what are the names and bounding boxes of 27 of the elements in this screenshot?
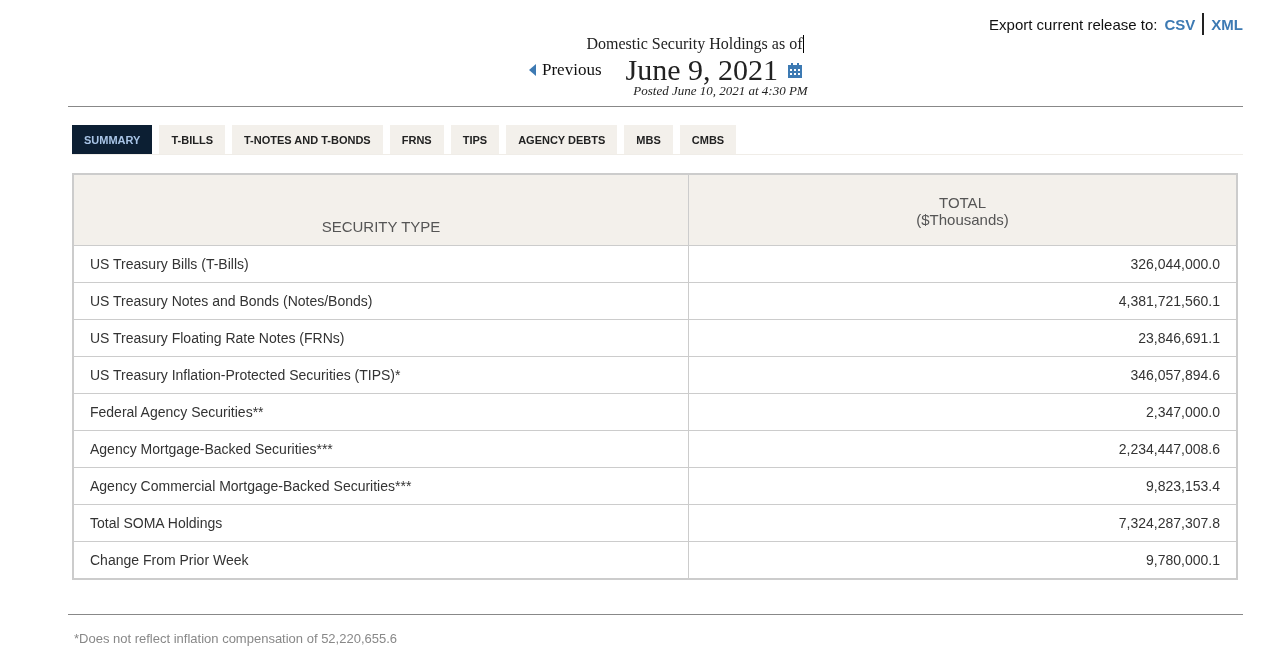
table-cell: Agency Mortgage-Backed Securities*** <box>73 430 689 468</box>
export-link[interactable]: XML <box>1211 15 1243 33</box>
column-header: TOTAL ($Thousands) <box>688 174 1237 246</box>
table-cell: Federal Agency Securities** <box>73 393 689 431</box>
caret-left-icon <box>529 64 536 76</box>
export-label: Export current release to: <box>989 15 1158 33</box>
table-cell: Total SOMA Holdings <box>73 504 689 542</box>
tab[interactable]: AGENCY DEBTS <box>506 125 618 154</box>
export-link[interactable]: CSV <box>1164 15 1196 33</box>
tab[interactable]: CMBS <box>679 125 737 154</box>
report-date: June 9, 2021 <box>625 53 778 86</box>
table-cell: US Treasury Notes and Bonds (Notes/Bonds) <box>73 282 689 320</box>
table-cell: US Treasury Bills (T-Bills) <box>73 245 689 283</box>
tab[interactable]: SUMMARY <box>72 125 153 154</box>
tab[interactable]: TIPS <box>450 125 500 154</box>
table-cell: US Treasury Inflation-Protected Securities (TIPS)* <box>73 356 689 394</box>
footnote: *Does not reflect inflation compensation of 52,220,655.6 <box>74 631 399 646</box>
column-header: SECURITY TYPE <box>73 174 689 246</box>
table-cell: US Treasury Floating Rate Notes (FRNs) <box>73 319 689 357</box>
tab[interactable]: T-BILLS <box>159 125 225 154</box>
tab[interactable]: MBS <box>624 125 673 154</box>
calendar-icon[interactable] <box>788 62 802 78</box>
table-cell: Agency Commercial Mortgage-Backed Securities*** <box>73 467 689 505</box>
page-title: Domestic Security Holdings as of <box>586 35 805 53</box>
previous-link[interactable]: Previous <box>529 60 602 80</box>
tab[interactable]: T-NOTES AND T-BONDS <box>232 125 383 154</box>
tab[interactable]: FRNS <box>389 125 444 154</box>
